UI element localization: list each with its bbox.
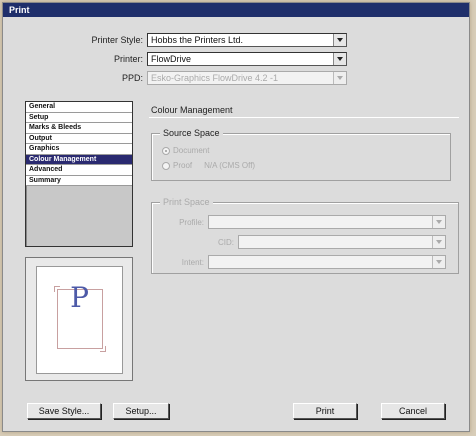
printer-value: FlowDrive	[151, 54, 192, 64]
radio-document-label: Document	[173, 146, 210, 155]
page-preview: P	[25, 257, 133, 381]
chevron-down-icon[interactable]	[333, 34, 346, 46]
category-list: General Setup Marks & Bleeds Output Grap…	[25, 101, 133, 247]
printer-select[interactable]: FlowDrive	[147, 52, 347, 66]
cid-label: CID:	[218, 237, 234, 247]
chevron-down-icon	[432, 216, 445, 228]
printer-label: Printer:	[113, 54, 143, 64]
nav-item-general[interactable]: General	[26, 102, 132, 113]
panel-divider	[149, 117, 459, 118]
chevron-down-icon[interactable]	[333, 53, 346, 65]
profile-row: Profile:	[152, 215, 446, 229]
setup-button[interactable]: Setup...	[113, 403, 169, 419]
printer-style-row: Printer Style: Hobbs the Printers Ltd.	[43, 33, 347, 47]
source-space-title: Source Space	[160, 128, 223, 138]
nav-item-setup[interactable]: Setup	[26, 112, 132, 123]
radio-document-row: Document	[162, 146, 209, 155]
print-space-title: Print Space	[160, 197, 213, 207]
preview-page: P	[36, 266, 123, 374]
ppd-value: Esko-Graphics FlowDrive 4.2 -1	[151, 73, 279, 83]
intent-row: Intent:	[152, 255, 446, 269]
cancel-button[interactable]: Cancel	[381, 403, 445, 419]
intent-select	[208, 255, 446, 269]
nav-item-output[interactable]: Output	[26, 133, 132, 144]
nav-item-marks-bleeds[interactable]: Marks & Bleeds	[26, 123, 132, 134]
radio-document	[162, 146, 170, 155]
proof-value: N/A (CMS Off)	[204, 161, 256, 170]
ppd-row: PPD: Esko-Graphics FlowDrive 4.2 -1	[43, 71, 347, 85]
printer-style-label: Printer Style:	[91, 35, 143, 45]
nav-item-advanced[interactable]: Advanced	[26, 165, 132, 176]
profile-select	[208, 215, 446, 229]
save-style-button[interactable]: Save Style...	[27, 403, 101, 419]
cid-select	[238, 235, 446, 249]
cid-row: CID:	[152, 235, 446, 249]
radio-proof-label: Proof	[173, 161, 193, 170]
profile-label: Profile:	[179, 217, 204, 227]
window-title: Print	[3, 3, 469, 17]
preview-letter: P	[70, 281, 89, 314]
radio-proof-row: Proof N/A (CMS Off)	[162, 161, 255, 170]
source-space-group: Source Space Document Proof N/A (CMS Off…	[151, 128, 451, 181]
ppd-label: PPD:	[121, 73, 143, 83]
print-button[interactable]: Print	[293, 403, 357, 419]
print-dialog: Print Printer Style: Hobbs the Printers …	[2, 2, 470, 432]
intent-label: Intent:	[181, 257, 204, 267]
chevron-down-icon	[432, 256, 445, 268]
print-space-group: Print Space Profile: CID: Intent:	[151, 197, 459, 274]
ppd-select: Esko-Graphics FlowDrive 4.2 -1	[147, 71, 347, 85]
radio-proof	[162, 161, 170, 170]
panel-title: Colour Management	[151, 105, 233, 115]
chevron-down-icon	[333, 72, 346, 84]
nav-item-colour-management[interactable]: Colour Management	[26, 154, 132, 165]
chevron-down-icon	[432, 236, 445, 248]
nav-item-summary[interactable]: Summary	[26, 175, 132, 186]
nav-item-graphics[interactable]: Graphics	[26, 144, 132, 155]
printer-style-select[interactable]: Hobbs the Printers Ltd.	[147, 33, 347, 47]
printer-row: Printer: FlowDrive	[43, 52, 347, 66]
printer-style-value: Hobbs the Printers Ltd.	[151, 35, 244, 45]
